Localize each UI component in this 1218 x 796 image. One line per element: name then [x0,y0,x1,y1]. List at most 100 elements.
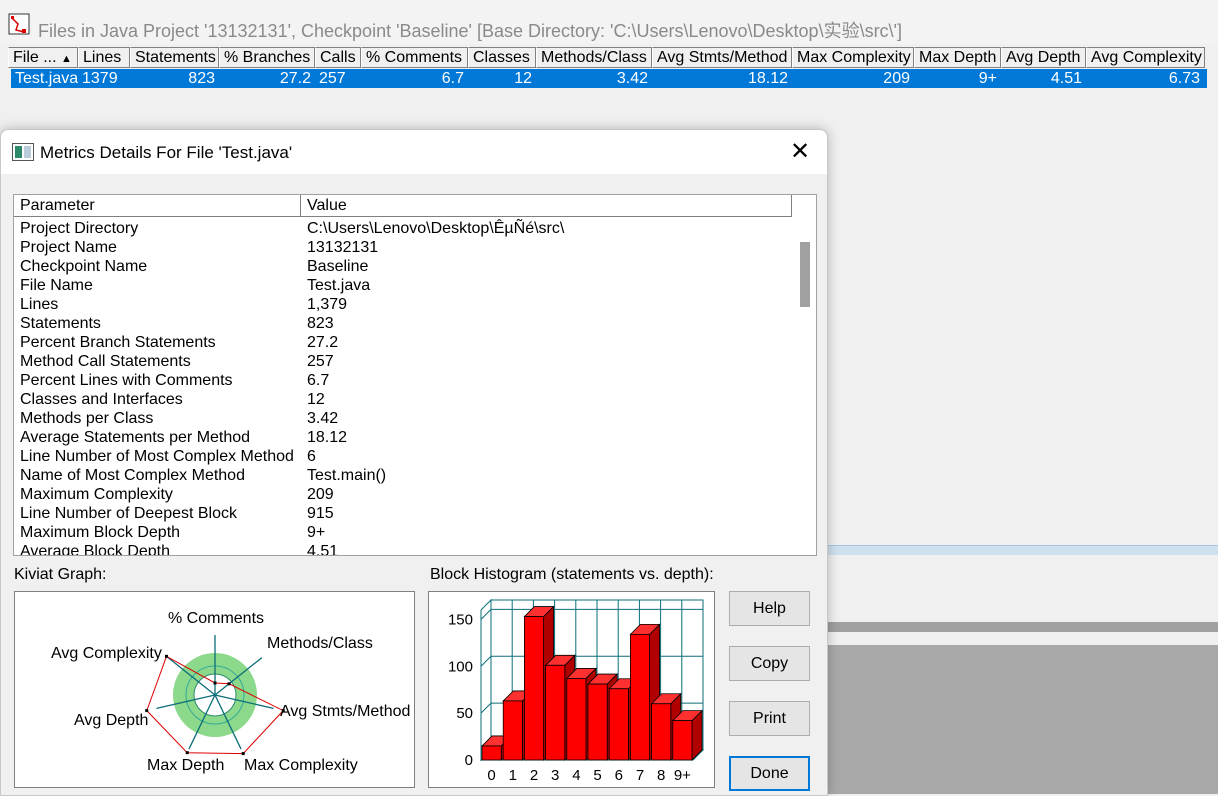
col-parameter[interactable]: Parameter [14,195,301,217]
x-tick-label: 8 [657,767,665,784]
list-item[interactable]: Maximum Block Depth 9+ [14,523,794,542]
x-tick-label: 0 [487,767,495,784]
parameter-name: Project Name [20,239,117,256]
cell-classes: 12 [514,70,532,87]
cell-statements: 823 [188,70,215,87]
list-item[interactable]: Project Directory C:\Users\Lenovo\Desktop… [14,219,794,238]
list-item[interactable]: Average Statements per Method 18.12 [14,428,794,447]
parameter-value: 4.51 [307,543,339,556]
list-item[interactable]: Line Number of Deepest Block 915 [14,504,794,523]
parameter-name: Percent Lines with Comments [20,372,233,389]
parameter-name: Statements [20,315,101,332]
histogram-bar [524,616,545,761]
cell-avg-complexity: 6.73 [1168,70,1200,87]
parameter-name: Line Number of Deepest Block [20,505,237,522]
list-item[interactable]: Classes and Interfaces 12 [14,390,794,409]
kiviat-point [165,654,169,658]
kiviat-axis-label: % Comments [168,610,264,627]
kiviat-axis-label: Avg Stmts/Method [280,703,410,720]
dialog-title: Metrics Details For File 'Test.java' [40,143,293,162]
y-tick-label: 100 [448,658,473,675]
histogram-side-wall [480,598,492,762]
copy-button[interactable]: Copy [729,646,810,681]
histogram-bar [587,683,608,761]
col-avg-complexity[interactable]: Avg Complexity [1086,47,1205,68]
parameter-value: 13132131 [307,239,379,256]
parameter-name: Project Directory [20,220,139,237]
list-item[interactable]: Percent Lines with Comments 6.7 [14,371,794,390]
col-avg-depth[interactable]: Avg Depth [1001,47,1086,68]
list-item[interactable]: Average Block Depth 4.51 [14,542,794,556]
vertical-scrollbar[interactable] [794,217,816,555]
histogram-bar [672,720,693,761]
x-tick-label: 7 [636,767,644,784]
close-icon[interactable]: ✕ [785,138,815,166]
parameter-value: Test.main() [307,467,387,484]
histogram-bar [651,703,672,761]
histogram-svg: 0501001500 1 2 3 4 5 6 7 8 9+ [448,598,705,784]
cell-branches: 27.2 [279,70,311,87]
kiviat-axis-label: Max Depth [147,757,224,774]
kiviat-graph: % Comments Methods/Class Avg Stmts/Metho… [14,591,415,788]
parameter-name: Checkpoint Name [20,258,148,275]
print-button[interactable]: Print [729,701,810,736]
parameter-value: 9+ [307,524,326,541]
col-comments[interactable]: % Comments [361,47,468,68]
kiviat-point [185,751,189,755]
list-item[interactable]: Line Number of Most Complex Method 6 [14,447,794,466]
list-item[interactable]: File Name Test.java [14,276,794,295]
parameter-list[interactable]: Parameter Value Project Directory C:\User… [13,194,817,556]
dialog-title-bar: Metrics Details For File 'Test.java' ✕ [1,130,827,174]
list-item[interactable]: Checkpoint Name Baseline [14,257,794,276]
col-max-complexity[interactable]: Max Complexity [792,47,914,68]
col-classes[interactable]: Classes [468,47,536,68]
kiviat-point [213,681,217,685]
scrollbar-thumb[interactable] [800,242,810,307]
list-item[interactable]: Name of Most Complex Method Test.main() [14,466,794,485]
parameter-value: 18.12 [307,429,348,446]
parameter-name: Percent Branch Statements [20,334,216,351]
done-button[interactable]: Done [729,756,810,791]
y-tick-label: 150 [448,611,473,628]
kiviat-point [241,752,245,756]
cell-avg-depth: 4.51 [1050,70,1082,87]
histogram-bar [566,678,587,761]
parameter-value: 6.7 [307,372,330,389]
col-file[interactable]: File ... ▲ [8,47,78,68]
y-tick-label: 50 [456,705,473,722]
x-tick-label: 3 [551,767,559,784]
list-item[interactable]: Project Name 13132131 [14,238,794,257]
parameter-name: Methods per Class [20,410,154,427]
x-tick-label: 4 [572,767,580,784]
col-lines[interactable]: Lines [78,47,130,68]
col-calls[interactable]: Calls [315,47,361,68]
list-item[interactable]: Statements 823 [14,314,794,333]
list-item[interactable]: Maximum Complexity 209 [14,485,794,504]
table-row[interactable]: Test.java 1379 823 27.2 257 6.7 12 3.42 … [11,69,1207,88]
col-value[interactable]: Value [301,195,792,217]
list-item[interactable]: Methods per Class 3.42 [14,409,794,428]
histogram-bar [545,664,566,761]
list-item[interactable]: Percent Branch Statements 27.2 [14,333,794,352]
help-button[interactable]: Help [729,591,810,626]
list-item[interactable]: Lines 1,379 [14,295,794,314]
cell-file: Test.java [15,70,78,87]
col-branches[interactable]: % Branches [219,47,315,68]
list-item[interactable]: Method Call Statements 257 [14,352,794,371]
parameter-value: 209 [307,486,334,503]
background-scrollbar[interactable] [820,622,1218,632]
col-methods-class[interactable]: Methods/Class [536,47,652,68]
kiviat-svg: % Comments Methods/Class Avg Stmts/Metho… [51,610,410,774]
histogram-bar [502,700,523,761]
col-avg-stmts[interactable]: Avg Stmts/Method [652,47,792,68]
col-statements[interactable]: Statements [130,47,219,68]
parameter-name: Classes and Interfaces [20,391,183,408]
kiviat-point [227,682,231,686]
parameter-value: Test.java [307,277,371,294]
parameter-value: Baseline [307,258,369,275]
col-max-depth[interactable]: Max Depth [914,47,1001,68]
y-tick-label: 0 [465,752,473,769]
background-divider [820,545,1218,555]
kiviat-label: Kiviat Graph: [14,566,107,583]
grid-header: File ... ▲ Lines Statements % Branches C… [8,47,1205,68]
